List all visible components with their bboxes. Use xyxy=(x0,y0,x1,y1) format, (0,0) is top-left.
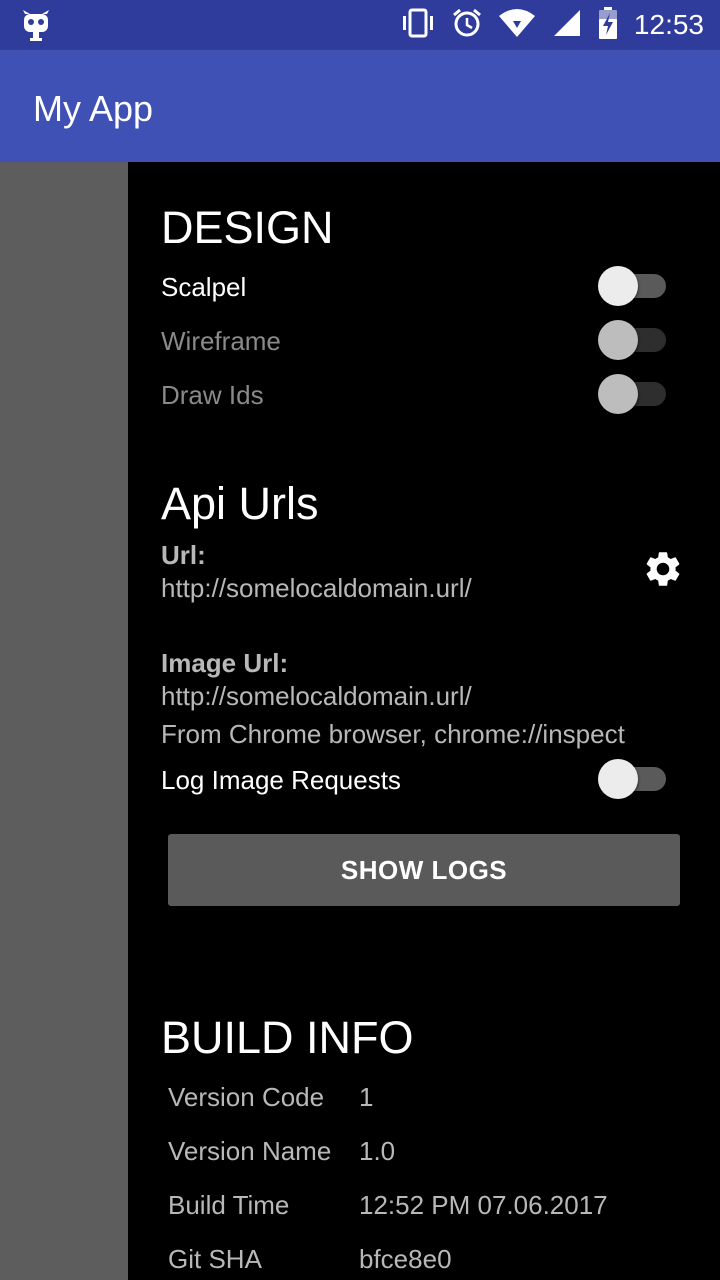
draw-ids-switch[interactable] xyxy=(598,374,670,414)
build-info-value: 1 xyxy=(359,1082,374,1112)
scalpel-switch[interactable] xyxy=(598,266,670,306)
api-section-title: Api Urls xyxy=(161,478,319,529)
app-title: My App xyxy=(33,88,154,129)
wireframe-label: Wireframe xyxy=(161,326,281,356)
log-image-requests-label: Log Image Requests xyxy=(161,765,401,795)
build-info-label: Git SHA xyxy=(168,1244,262,1274)
switch-thumb xyxy=(598,374,638,414)
cell-signal-icon xyxy=(552,8,582,42)
log-image-requests-switch[interactable] xyxy=(598,759,670,799)
build-info-section-title: BUILD INFO xyxy=(161,1012,414,1063)
app-bar: My App xyxy=(0,50,720,162)
draw-ids-label: Draw Ids xyxy=(161,380,264,410)
show-logs-button[interactable]: SHOW LOGS xyxy=(168,834,680,906)
drawer-scrim[interactable] xyxy=(0,162,128,1280)
switch-thumb xyxy=(598,320,638,360)
scalpel-label: Scalpel xyxy=(161,272,247,302)
status-bar: 12:53 xyxy=(0,0,720,50)
url-value: http://somelocaldomain.url/ xyxy=(161,573,472,603)
switch-thumb xyxy=(598,266,638,306)
status-time: 12:53 xyxy=(633,9,704,40)
build-info-label: Build Time xyxy=(168,1190,290,1220)
design-section-title: DESIGN xyxy=(161,202,334,253)
inspect-hint: From Chrome browser, chrome://inspect xyxy=(161,719,625,749)
build-info-label: Version Code xyxy=(168,1082,325,1112)
build-info-value: bfce8e0 xyxy=(359,1244,452,1274)
build-info-label: Version Name xyxy=(168,1136,332,1166)
wireframe-switch[interactable] xyxy=(598,320,670,360)
battery-charging-icon xyxy=(598,7,618,43)
switch-thumb xyxy=(598,759,638,799)
gear-icon[interactable] xyxy=(642,548,684,595)
url-label: Url: xyxy=(161,540,206,570)
debug-drawer: DESIGN Scalpel Wireframe Draw Ids Api Ur… xyxy=(128,162,720,1280)
wifi-icon xyxy=(498,8,536,42)
alarm-icon xyxy=(452,8,482,42)
image-url-value: http://somelocaldomain.url/ xyxy=(161,681,472,711)
vibrate-icon xyxy=(400,8,436,42)
build-info-value: 12:52 PM 07.06.2017 xyxy=(359,1190,608,1220)
image-url-label: Image Url: xyxy=(161,648,289,678)
cyanogen-mod-icon xyxy=(22,10,50,46)
build-info-value: 1.0 xyxy=(359,1136,396,1166)
